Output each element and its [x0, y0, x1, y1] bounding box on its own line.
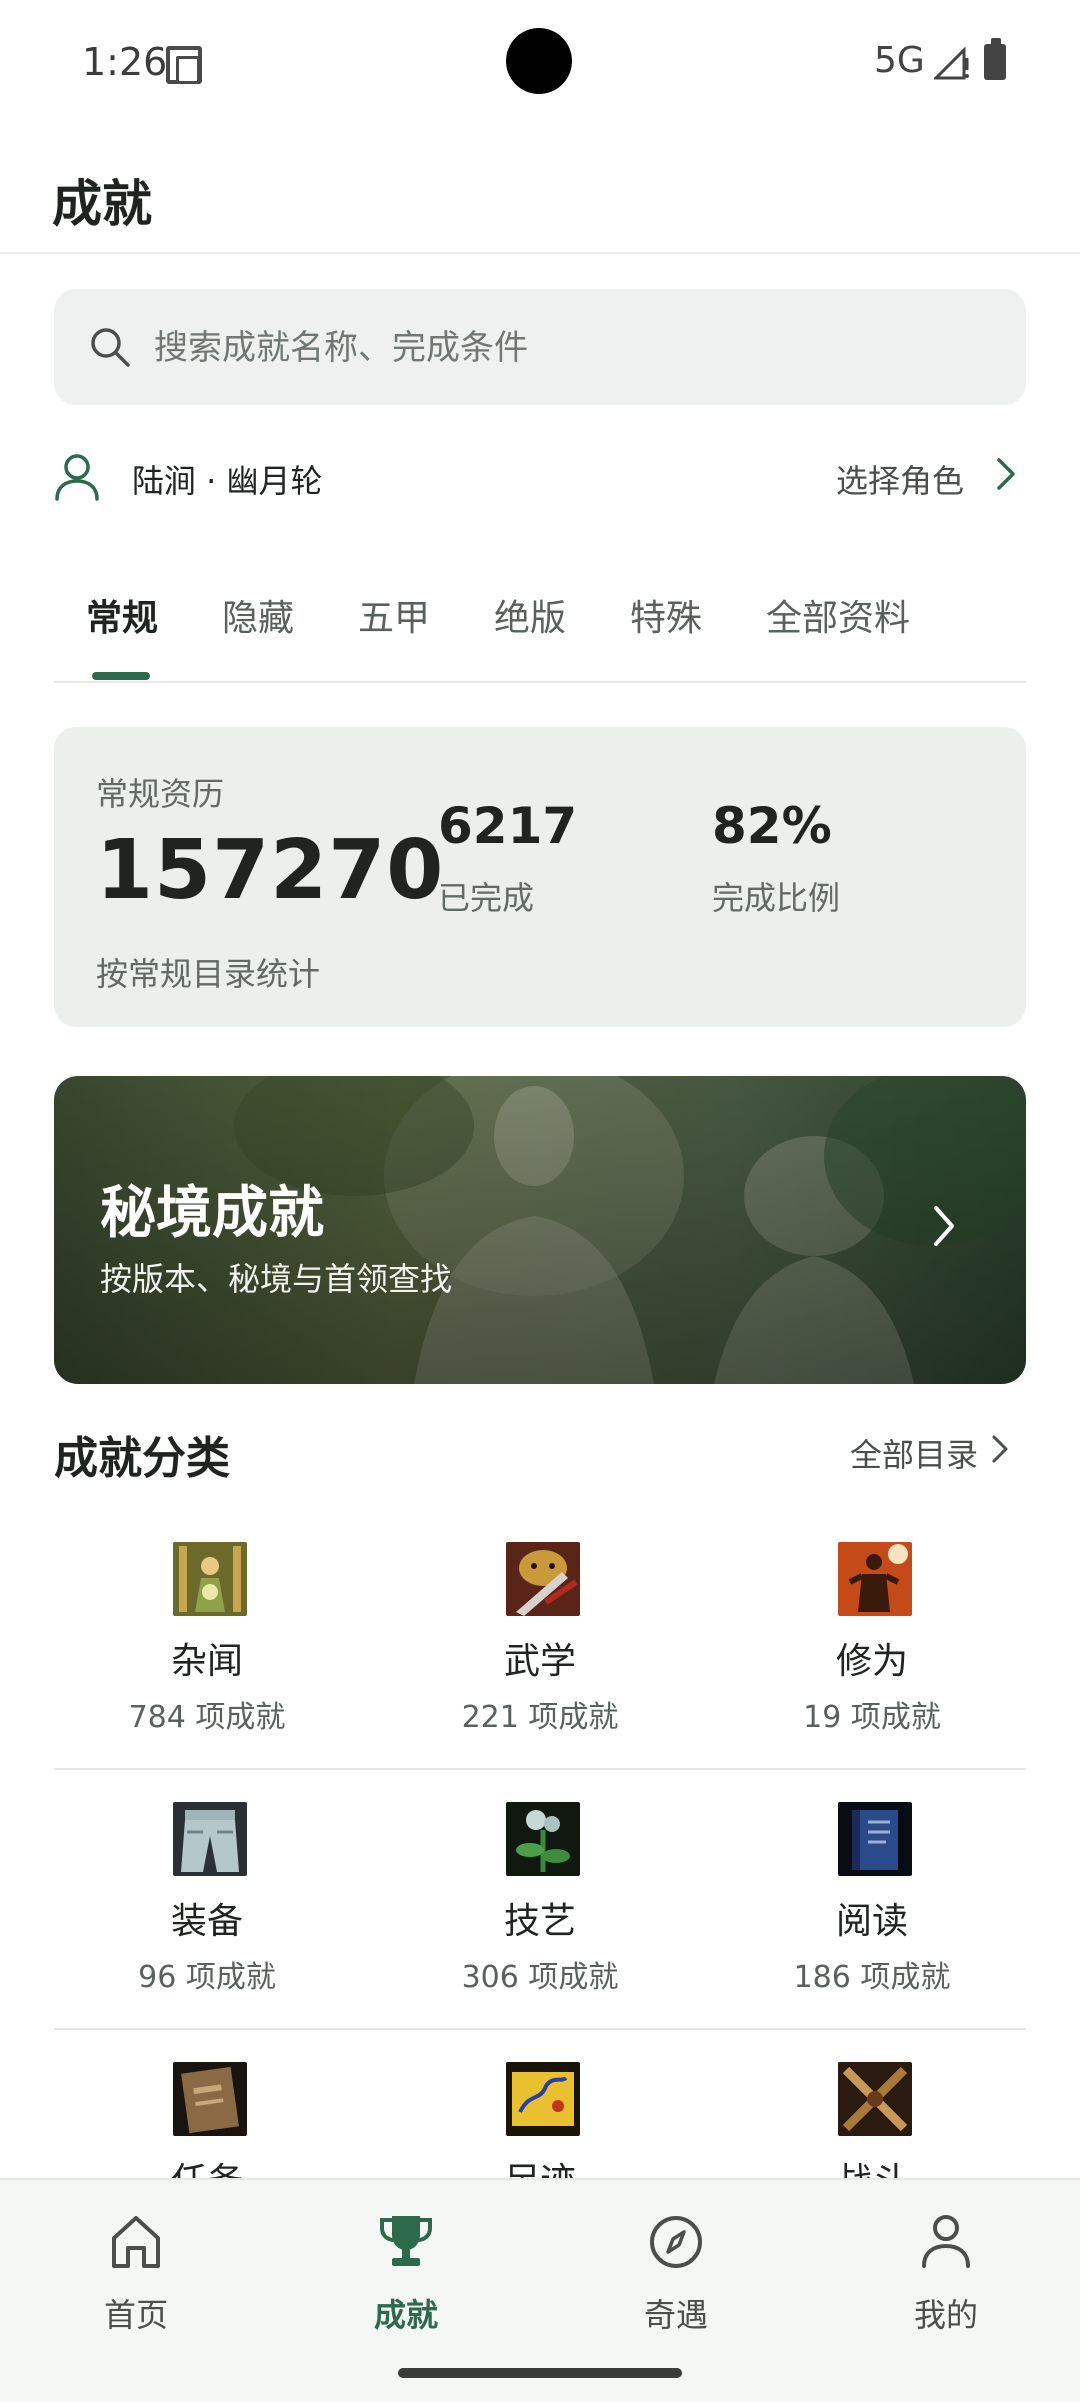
category-item[interactable]: 修为 19 项成就 [707, 1542, 1037, 1772]
search-input[interactable] [152, 289, 996, 407]
nav-adventure[interactable]: 奇遇 [596, 2204, 756, 2344]
category-name: 杂闻 [170, 1641, 243, 1682]
category-name: 技艺 [503, 1901, 576, 1942]
camera-cutout [506, 28, 572, 94]
select-role-button[interactable]: 选择角色 [836, 456, 964, 502]
grid-row-divider [54, 2028, 1026, 2030]
category-count: 96 项成就 [138, 1960, 276, 1995]
completed-label: 已完成 [438, 879, 535, 917]
chevron-right-icon[interactable] [994, 454, 1018, 494]
section-title: 成就分类 [54, 1433, 230, 1484]
compass-icon [650, 2216, 702, 2268]
tab-hidden[interactable]: 隐藏 [222, 589, 294, 641]
nav-profile[interactable]: 我的 [866, 2204, 1026, 2344]
active-tab-indicator [92, 672, 150, 680]
signal-icon [934, 46, 969, 80]
user-icon [922, 2215, 970, 2268]
category-count: 19 项成就 [803, 1700, 941, 1735]
nav-achievements[interactable]: 成就 [326, 2204, 486, 2344]
status-time: 1:26 [82, 40, 168, 84]
category-name: 武学 [503, 1641, 576, 1682]
blue-book-icon [838, 1802, 912, 1876]
nav-label: 首页 [103, 2296, 168, 2334]
secret-realm-banner[interactable]: 秘境成就 按版本、秘境与首领查找 [54, 1076, 1026, 1384]
herb-plant-icon [506, 1802, 580, 1876]
user-icon [55, 454, 99, 501]
category-name: 阅读 [835, 1901, 908, 1942]
yellow-map-icon [506, 2062, 580, 2136]
role-row[interactable]: 陆涧 · 幽月轮 选择角色 [54, 440, 1026, 516]
search-icon [91, 328, 130, 367]
battery-icon [984, 38, 1006, 80]
tab-regular[interactable]: 常规 [86, 589, 158, 641]
stats-note: 按常规目录统计 [96, 955, 321, 993]
ratio-label: 完成比例 [712, 879, 841, 917]
screenshot-notification-icon [166, 46, 202, 84]
all-catalog-link[interactable]: 全部目录 [850, 1430, 978, 1476]
tab-all-data[interactable]: 全部资料 [766, 589, 910, 641]
nav-label: 成就 [373, 2296, 438, 2334]
category-name: 装备 [170, 1901, 243, 1942]
search-bar[interactable] [54, 289, 1026, 407]
category-count: 784 项成就 [128, 1700, 286, 1735]
grid-row-divider [54, 1768, 1026, 1770]
trousers-icon [173, 1802, 247, 1876]
tab-discontinued[interactable]: 绝版 [494, 589, 566, 641]
category-name: 修为 [835, 1641, 908, 1682]
category-tabs: 常规 隐藏 五甲 绝版 特殊 全部资料 [54, 575, 1026, 683]
banner-subtitle: 按版本、秘境与首领查找 [100, 1260, 453, 1298]
glowing-warrior-icon [838, 1542, 912, 1616]
scroll-figure-icon [173, 1542, 247, 1616]
banner-title: 秘境成就 [100, 1181, 324, 1246]
nav-home[interactable]: 首页 [56, 2204, 216, 2344]
dragon-blade-icon [506, 1542, 580, 1616]
role-name: 陆涧 · 幽月轮 [132, 462, 323, 500]
tab-wujia[interactable]: 五甲 [358, 589, 430, 641]
home-indicator[interactable] [398, 2368, 682, 2378]
stats-card: 常规资历 157270 按常规目录统计 6217 已完成 82% 完成比例 [54, 727, 1026, 1027]
category-item[interactable]: 武学 221 项成就 [375, 1542, 705, 1772]
trophy-icon [380, 2216, 432, 2266]
category-count: 186 项成就 [793, 1960, 951, 1995]
nav-label: 奇遇 [643, 2296, 708, 2334]
category-count: 306 项成就 [461, 1960, 619, 1995]
home-icon [112, 2216, 160, 2268]
tabs-divider [54, 681, 1026, 683]
page-title: 成就 [52, 175, 152, 233]
category-item[interactable]: 阅读 186 项成就 [707, 1802, 1037, 2032]
header-divider [0, 252, 1080, 254]
category-item[interactable]: 装备 96 项成就 [42, 1802, 372, 2032]
stats-total: 157270 [96, 823, 445, 918]
category-item[interactable]: 技艺 306 项成就 [375, 1802, 705, 2032]
brown-book-icon [173, 2062, 247, 2136]
nav-label: 我的 [913, 2296, 978, 2334]
category-item[interactable]: 杂闻 784 项成就 [42, 1542, 372, 1772]
chevron-right-icon [934, 1206, 954, 1246]
tab-special[interactable]: 特殊 [630, 589, 702, 641]
chevron-right-icon[interactable] [990, 1432, 1010, 1466]
stats-label: 常规资历 [96, 775, 225, 813]
ratio-value: 82% [712, 797, 832, 855]
crossed-swords-icon [838, 2062, 912, 2136]
completed-value: 6217 [438, 797, 578, 855]
network-type: 5G [874, 40, 925, 81]
category-count: 221 项成就 [461, 1700, 619, 1735]
